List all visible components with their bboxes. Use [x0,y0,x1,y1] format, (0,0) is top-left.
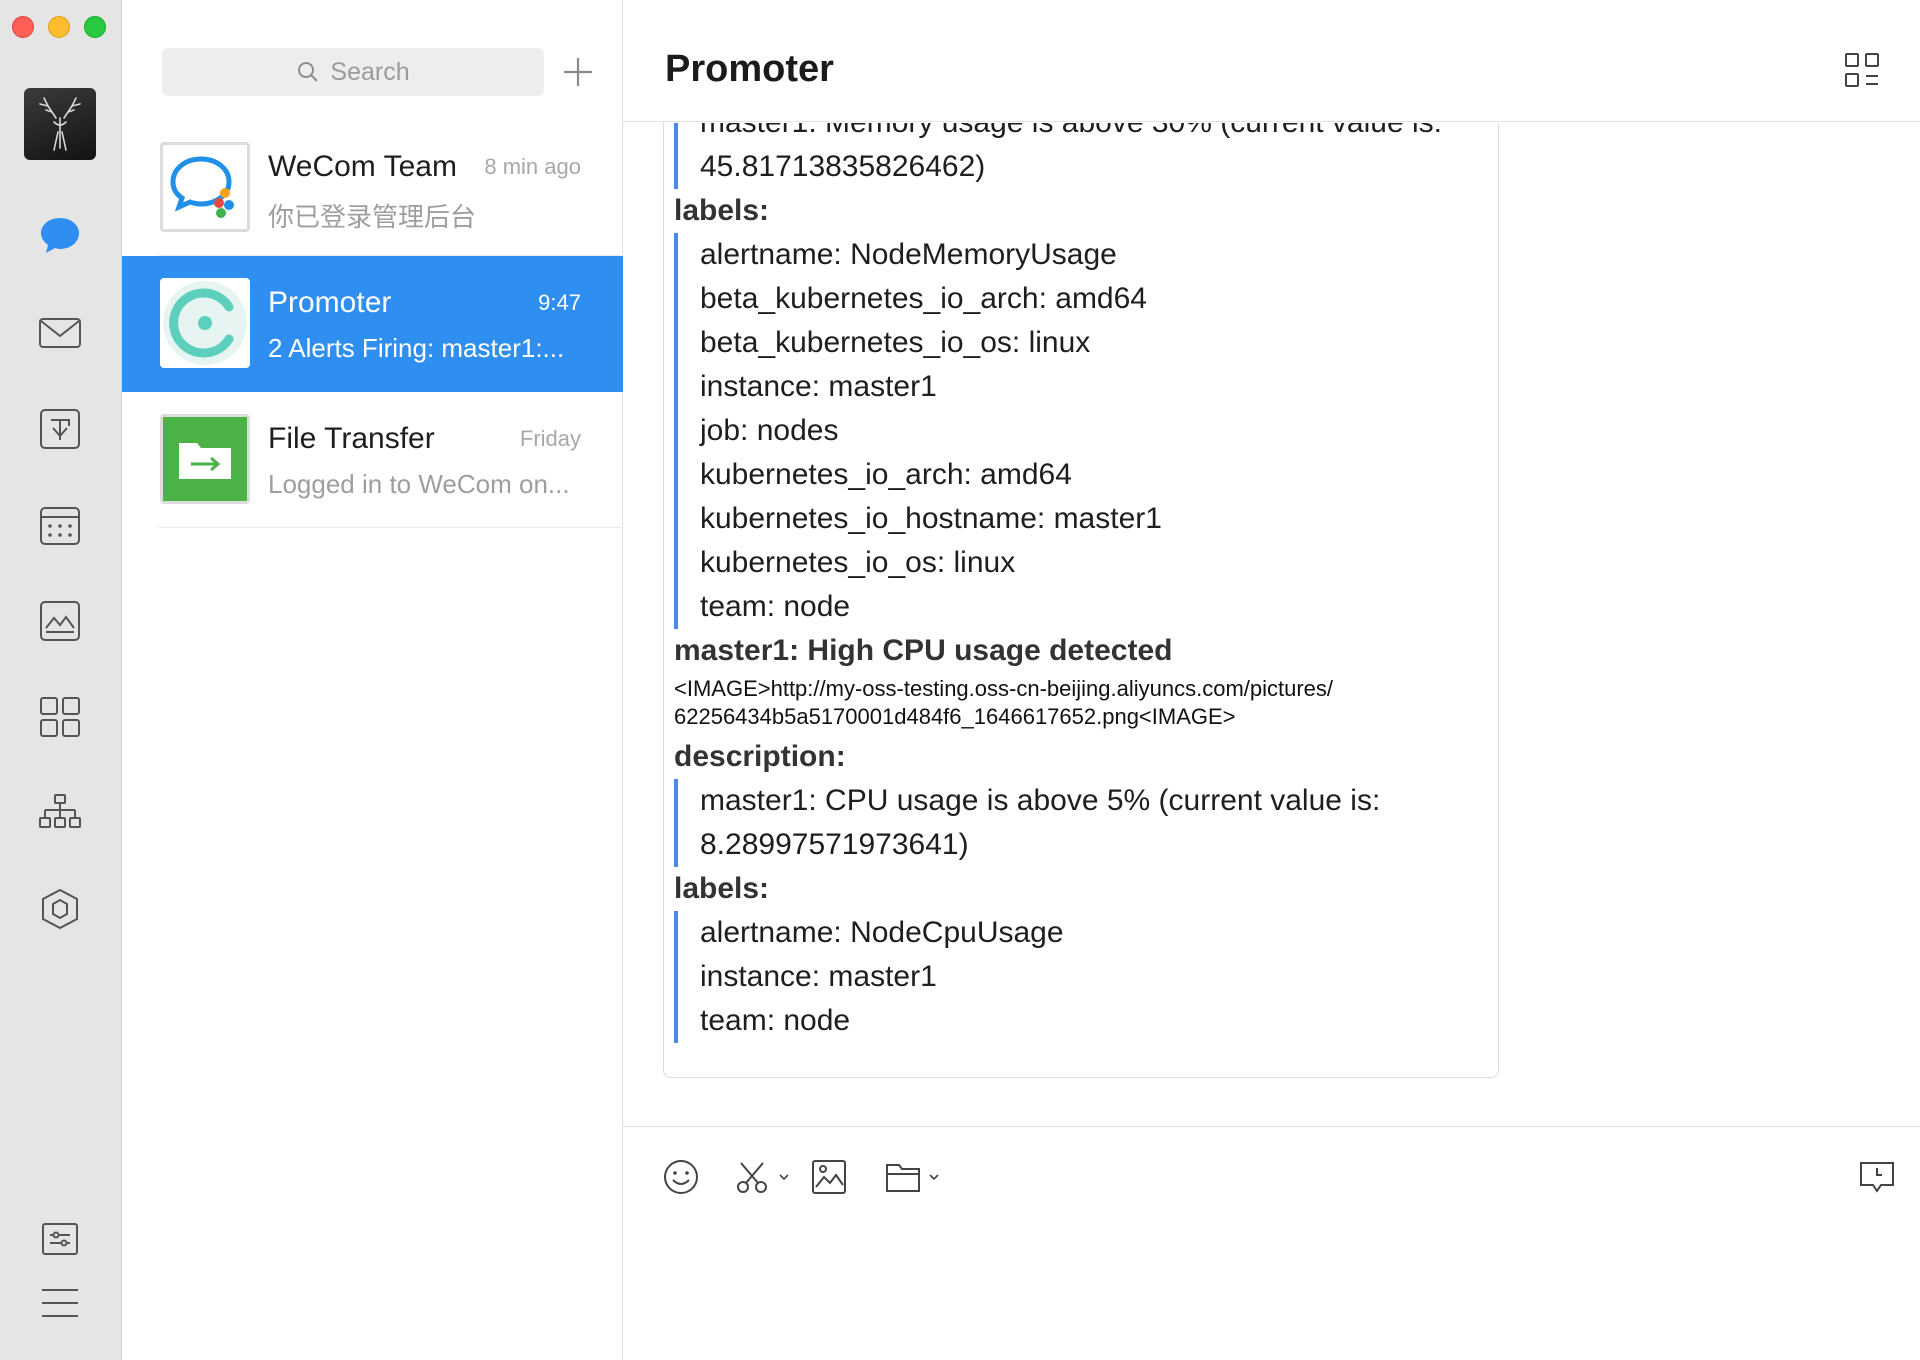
rail-workbench[interactable] [37,694,83,740]
labels-heading: labels: [674,194,770,227]
conversation-preview: 你已登录管理后台 [268,202,477,232]
emoji-icon [664,1160,698,1194]
user-avatar[interactable] [24,88,96,160]
rail-settings[interactable] [37,1216,83,1262]
label-line: beta_kubernetes_io_os: linux [700,326,1091,359]
rail-messages[interactable] [37,212,83,258]
message-bubble: master1: Memory usage is above 30% (curr… [663,123,1499,1078]
window-minimize-button[interactable] [48,16,70,38]
search-placeholder: Search [330,57,410,86]
rail-mail[interactable] [37,310,83,356]
mail-icon [39,318,81,348]
window-close-button[interactable] [12,16,34,38]
promoter-logo-icon [163,281,247,365]
memory-description-line: master1: Memory usage is above 30% (curr… [700,123,1454,145]
cpu-labels-quote: alertname: NodeCpuUsage instance: master… [674,911,1454,1043]
label-line: alertname: NodeCpuUsage [700,916,1064,949]
image-link-line: 62256434b5a5170001d484f6_1646617652.png<… [674,704,1236,729]
plus-icon [564,58,592,86]
label-line: job: nodes [700,414,839,447]
label-line: kubernetes_io_os: linux [700,546,1016,579]
calendar-icon [40,507,80,545]
message-scroll-area[interactable]: master1: Memory usage is above 30% (curr… [623,123,1920,1126]
chat-history-icon [1860,1162,1894,1193]
workbench-icon [40,697,80,737]
labels-heading: labels: [674,872,770,905]
conversation-time: 9:47 [538,290,581,315]
label-line: instance: master1 [700,370,937,403]
promoter-avatar [160,278,250,368]
label-line: team: node [700,1004,851,1037]
rail-docs[interactable] [37,406,83,452]
divider [158,527,623,528]
label-line: kubernetes_io_hostname: master1 [700,502,1162,535]
memory-description-quote: master1: Memory usage is above 30% (curr… [674,123,1454,189]
cube-icon [42,888,78,930]
cpu-description-line: master1: CPU usage is above 5% (current … [700,784,1381,817]
rail-drive[interactable] [37,598,83,644]
chat-panel: Promoter master1: Memory usage is above … [623,0,1920,1360]
conversation-list-panel: Search WeCom Team 8 min ago 你已登录管理后台 Pro… [122,0,623,1360]
label-line: alertname: NodeMemoryUsage [700,238,1117,271]
chat-info-button[interactable] [1842,50,1882,90]
wecom-logo-icon [170,156,234,218]
conversation-item[interactable]: WeCom Team 8 min ago 你已登录管理后台 [122,120,623,256]
new-chat-button[interactable] [552,46,604,98]
chat-bubble-icon [41,218,79,253]
conversation-item-selected[interactable]: Promoter 9:47 2 Alerts Firing: master1:.… [122,256,623,392]
memory-description-line: 45.81713835826462) [700,150,986,183]
image-link-line: <IMAGE>http://my-oss-testing.oss-cn-beij… [674,676,1334,701]
message-composer[interactable] [623,1126,1920,1360]
conversation-name: WeCom Team [268,150,457,183]
doc-icon [40,409,80,449]
rail-apps[interactable] [37,886,83,932]
memory-labels-quote: alertname: NodeMemoryUsage beta_kubernet… [674,233,1454,629]
conversation-preview: Logged in to WeCom on... [268,469,570,499]
folder-icon [886,1164,920,1192]
conversation-item[interactable]: File Transfer Friday Logged in to WeCom … [122,392,623,528]
menu-icon [42,1289,78,1317]
image-link-text[interactable]: <IMAGE>http://my-oss-testing.oss-cn-beij… [674,673,1434,735]
conversation-preview: 2 Alerts Firing: master1:... [268,333,565,363]
conversation-name: Promoter [268,286,392,319]
rail-contacts[interactable] [37,790,83,836]
screenshot-button[interactable] [733,1151,791,1203]
chevron-down-icon [929,1174,939,1181]
drive-icon [40,601,80,641]
label-line: team: node [700,590,851,623]
alert-heading: master1: High CPU usage detected [674,634,1173,667]
chat-title: Promoter [665,48,834,90]
chat-history-button[interactable] [1857,1151,1897,1203]
cpu-description-quote: master1: CPU usage is above 5% (current … [674,779,1454,867]
file-transfer-avatar [160,414,250,504]
deer-avatar-image [39,97,81,151]
label-line: instance: master1 [700,960,937,993]
search-input[interactable]: Search [162,48,544,96]
window-zoom-button[interactable] [84,16,106,38]
conversation-name: File Transfer [268,422,435,455]
rail-more-menu[interactable] [37,1280,83,1326]
image-button[interactable] [809,1151,849,1203]
wecom-team-avatar [160,142,250,232]
alert-message-content: master1: Memory usage is above 30% (curr… [674,123,1454,1043]
app-sidebar [0,0,122,1360]
image-icon [812,1160,846,1194]
conversation-time: 8 min ago [484,154,581,179]
emoji-button[interactable] [661,1151,701,1203]
label-line: beta_kubernetes_io_arch: amd64 [700,282,1147,315]
chat-header: Promoter [623,0,1920,122]
folder-transfer-icon [163,417,247,501]
rail-calendar[interactable] [37,502,83,548]
grid-list-icon [1845,53,1879,87]
settings-card-icon [42,1223,78,1255]
chevron-down-icon [779,1174,789,1181]
description-heading: description: [674,740,846,773]
search-icon [298,62,319,82]
label-line: kubernetes_io_arch: amd64 [700,458,1072,491]
org-chart-icon [39,794,81,828]
screenshot-scissors-icon [737,1162,767,1193]
conversation-time: Friday [519,426,581,451]
file-button[interactable] [883,1151,941,1203]
cpu-description-line: 8.28997571973641) [700,828,969,861]
